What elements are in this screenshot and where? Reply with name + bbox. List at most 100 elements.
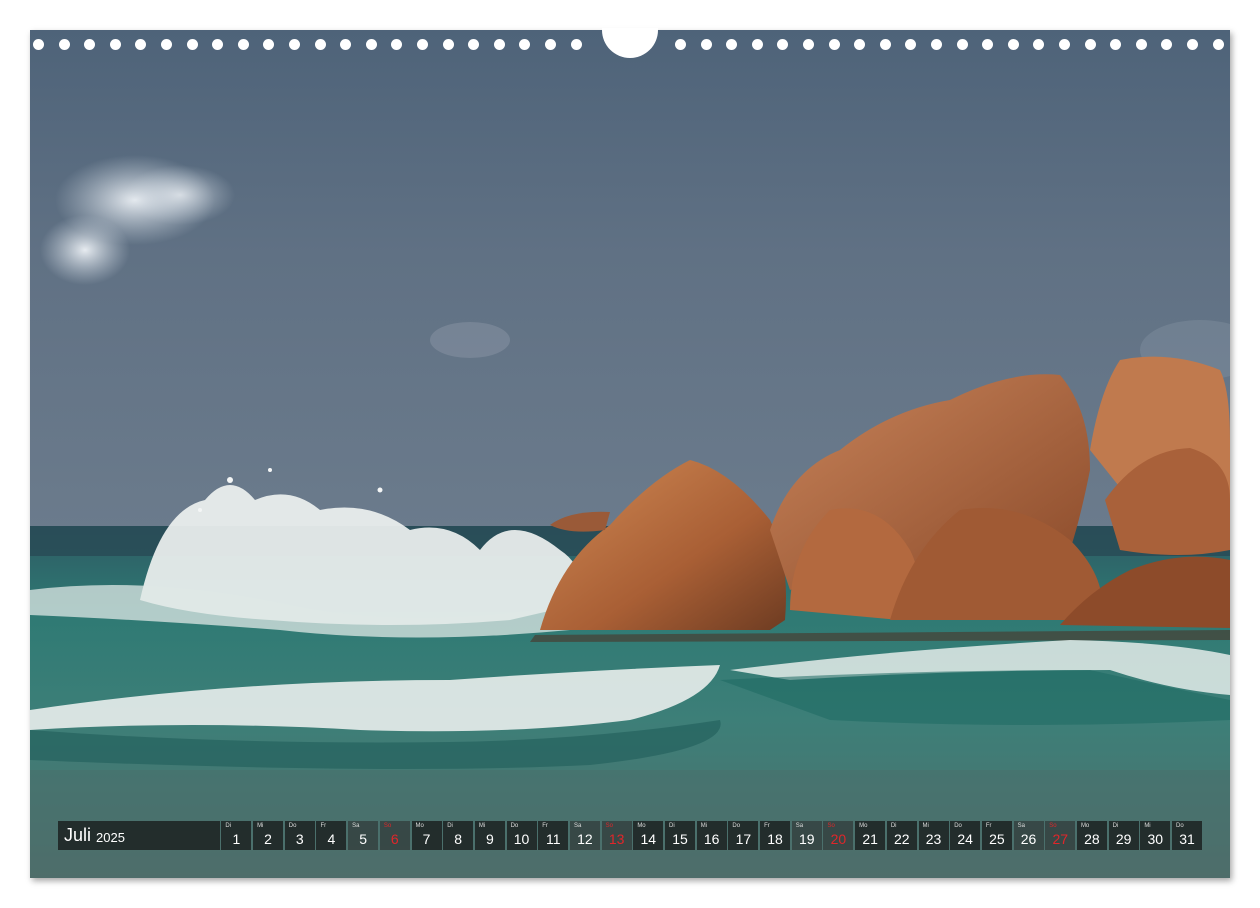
- weekday-abbr: So: [827, 823, 835, 829]
- weekday-abbr: Sa: [1017, 823, 1025, 829]
- binding-hole: [1187, 39, 1198, 50]
- binding-hole: [340, 39, 352, 50]
- weekday-abbr: Fr: [764, 823, 770, 829]
- day-number: 31: [1179, 831, 1195, 847]
- binding-hole: [212, 39, 224, 50]
- weekday-abbr: Di: [225, 823, 232, 829]
- weekday-abbr: Do: [1176, 823, 1184, 829]
- day-cells: Di 1 Mi 2 Do 3 Fr 4 Sa 5 So 6 Mo 7 Di 8 Mi 9 Do 10 Fr 11 Sa 12 S…: [220, 821, 1202, 850]
- weekday-abbr: Mo: [415, 823, 424, 829]
- day-number: 24: [957, 831, 973, 847]
- binding-hole: [777, 39, 789, 50]
- binding-hole: [700, 39, 712, 50]
- day-number: 30: [1147, 831, 1164, 847]
- month-name: Juli: [64, 825, 92, 845]
- spiral-binding: [30, 28, 1230, 58]
- binding-hole: [570, 39, 582, 50]
- day-number: 7: [422, 831, 431, 847]
- binding-hole: [263, 39, 275, 50]
- day-number: 29: [1115, 831, 1132, 847]
- binding-hole: [751, 39, 763, 50]
- binding-hole: [417, 39, 428, 50]
- day-number: 3: [295, 831, 304, 847]
- weekday-abbr: Sa: [795, 823, 804, 829]
- binding-hole: [365, 39, 377, 50]
- weekday-abbr: Di: [669, 823, 675, 829]
- binding-hole: [905, 39, 917, 50]
- binding-hole: [982, 39, 994, 50]
- day-cell: So 13: [601, 821, 632, 850]
- binding-hole: [1084, 39, 1096, 50]
- day-number: 23: [925, 831, 942, 847]
- day-cell: Sa 5: [348, 821, 379, 850]
- calendar-strip: Juli 2025 Di 1 Mi 2 Do 3 Fr 4 Sa 5 So 6 Mo 7 Di 8 Mi 9 Do 1…: [58, 821, 1202, 850]
- day-cell: Di 8: [443, 821, 474, 850]
- day-number: 25: [989, 831, 1005, 847]
- binding-hole: [931, 39, 942, 50]
- hanger-cutout: [602, 28, 658, 58]
- day-cell: Do 31: [1172, 821, 1202, 850]
- weekday-abbr: Sa: [352, 823, 360, 829]
- day-number: 16: [703, 831, 720, 847]
- binding-hole: [675, 39, 686, 50]
- day-cell: Di 1: [221, 821, 252, 850]
- day-number: 18: [767, 831, 783, 847]
- day-cell: So 6: [379, 821, 410, 850]
- day-cell: Do 17: [728, 821, 759, 850]
- binding-hole: [109, 39, 121, 50]
- day-cell: Mo 28: [1076, 821, 1107, 850]
- day-cell: Fr 11: [538, 821, 569, 850]
- binding-hole: [726, 39, 738, 50]
- weekday-abbr: Do: [732, 823, 741, 829]
- day-number: 11: [545, 831, 561, 847]
- day-number: 21: [862, 831, 878, 847]
- day-number: 1: [232, 831, 241, 847]
- day-number: 14: [640, 831, 657, 847]
- day-number: 4: [327, 831, 336, 847]
- binding-hole: [854, 39, 866, 50]
- binding-hole: [828, 39, 840, 50]
- weekday-abbr: Do: [288, 823, 297, 829]
- binding-hole: [84, 39, 96, 50]
- day-cell: So 20: [823, 821, 854, 850]
- weekday-abbr: Mi: [478, 823, 486, 829]
- day-number: 9: [485, 831, 494, 847]
- day-cell: Mi 2: [253, 821, 284, 850]
- day-number: 27: [1052, 831, 1069, 847]
- binding-hole: [1059, 39, 1070, 50]
- day-cell: Di 29: [1108, 821, 1139, 850]
- binding-hole: [161, 39, 172, 50]
- day-number: 26: [1020, 831, 1037, 847]
- day-cell: Do 3: [284, 821, 315, 850]
- binding-hole: [33, 39, 44, 50]
- binding-hole: [58, 39, 70, 50]
- binding-hole: [956, 39, 968, 50]
- day-number: 5: [359, 831, 368, 847]
- day-cell: Mi 9: [474, 821, 505, 850]
- day-cell: Mi 30: [1140, 821, 1171, 850]
- binding-hole: [442, 39, 454, 50]
- binding-hole: [135, 39, 147, 50]
- weekday-abbr: So: [605, 823, 613, 829]
- day-cell: Fr 25: [981, 821, 1012, 850]
- day-number: 10: [513, 831, 530, 847]
- day-number: 17: [735, 831, 752, 847]
- day-cell: Di 22: [886, 821, 917, 850]
- binding-hole: [237, 39, 249, 50]
- binding-hole: [545, 39, 556, 50]
- day-cell: Di 15: [665, 821, 695, 850]
- binding-hole: [1033, 39, 1045, 50]
- weekday-abbr: Mo: [637, 823, 646, 829]
- day-cell: Sa 26: [1013, 821, 1044, 850]
- weekday-abbr: Di: [890, 823, 897, 829]
- weekday-abbr: Di: [1112, 823, 1119, 829]
- binding-hole: [493, 39, 505, 50]
- binding-hole: [314, 39, 326, 50]
- day-cell: Mo 14: [633, 821, 664, 850]
- binding-hole: [468, 39, 480, 50]
- binding-hole: [1161, 39, 1173, 50]
- weekday-abbr: Do: [510, 823, 519, 829]
- weekday-abbr: Fr: [985, 823, 992, 829]
- month-year: 2025: [96, 829, 125, 845]
- binding-hole: [186, 39, 198, 50]
